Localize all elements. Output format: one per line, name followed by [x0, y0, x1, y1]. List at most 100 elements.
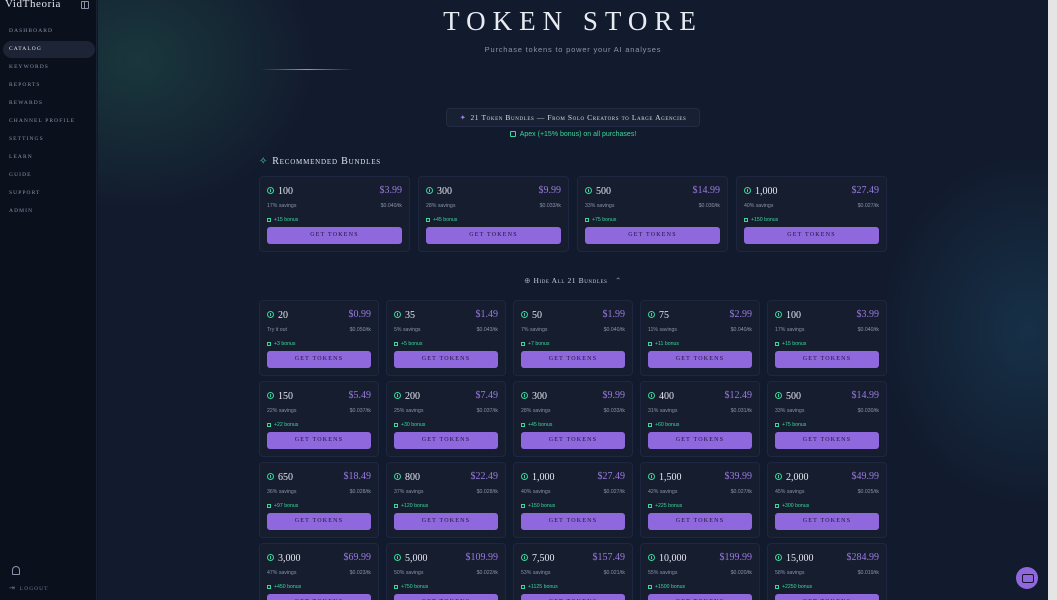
- per-token-rate: $0.027/tk: [730, 489, 752, 495]
- get-tokens-button[interactable]: Get Tokens: [521, 432, 625, 449]
- bundle-savings: 31% savings: [648, 408, 678, 414]
- bundle-card: 100 $3.99 17% savings $0.040/tk +15 bonus Get…: [259, 176, 410, 252]
- bonus-text: +2250 bonus: [782, 584, 813, 590]
- get-tokens-button[interactable]: Get Tokens: [648, 432, 752, 449]
- coin-icon: [394, 554, 401, 561]
- bundle-card: 500 $14.99 33% savings $0.030/tk +75 bonus Ge…: [577, 176, 728, 252]
- chevron-up-icon: ⌃: [615, 276, 622, 285]
- token-amount: 100: [278, 186, 293, 197]
- bundles-banner: ✦ 21 Token Bundles — From Solo Creators t…: [446, 108, 700, 127]
- sidebar-item-reports[interactable]: Reports: [3, 77, 95, 94]
- token-count: 10,000: [648, 553, 687, 564]
- get-tokens-button[interactable]: Get Tokens: [648, 594, 752, 600]
- token-count: 1,000: [744, 186, 778, 197]
- bundle-bonus: +75 bonus: [585, 217, 616, 223]
- get-tokens-button[interactable]: Get Tokens: [267, 594, 371, 600]
- get-tokens-button[interactable]: Get Tokens: [775, 432, 879, 449]
- bundle-bonus: +22 bonus: [267, 422, 298, 428]
- bundle-card: 1,000 $27.49 40% savings $0.027/tk +150 bonu…: [736, 176, 887, 252]
- bundle-price: $5.49: [348, 390, 372, 401]
- token-amount: 200: [405, 391, 420, 402]
- sidebar-item-admin[interactable]: Admin: [3, 203, 95, 220]
- get-tokens-button[interactable]: Get Tokens: [585, 227, 720, 244]
- sidebar-item-channel-profile[interactable]: Channel Profile: [3, 113, 95, 130]
- sidebar-item-settings[interactable]: Settings: [3, 131, 95, 148]
- get-tokens-button[interactable]: Get Tokens: [744, 227, 879, 244]
- bonus-text: +30 bonus: [401, 422, 426, 428]
- sparkle-icon: ✧: [259, 156, 269, 167]
- get-tokens-button[interactable]: Get Tokens: [267, 513, 371, 530]
- token-count: 150: [267, 391, 293, 402]
- coin-icon: [521, 554, 528, 561]
- bundle-savings: 42% savings: [648, 489, 678, 495]
- per-token-rate: $0.043/tk: [476, 327, 498, 333]
- coin-icon: [267, 554, 274, 561]
- get-tokens-button[interactable]: Get Tokens: [775, 594, 879, 600]
- coin-icon: [521, 473, 528, 480]
- coin-icon: [426, 187, 433, 194]
- sidebar-item-keywords[interactable]: Keywords: [3, 59, 95, 76]
- sidebar-item-support[interactable]: Support: [3, 185, 95, 202]
- sidebar-collapse-icon[interactable]: [81, 1, 89, 9]
- get-tokens-button[interactable]: Get Tokens: [775, 513, 879, 530]
- sidebar-item-catalog[interactable]: Catalog: [3, 41, 95, 58]
- bundle-price: $12.49: [724, 390, 753, 401]
- gift-icon: [426, 218, 430, 222]
- get-tokens-button[interactable]: Get Tokens: [394, 513, 498, 530]
- recommended-title-text: Recommended Bundles: [272, 156, 382, 167]
- toggle-label: Hide All 21 Bundles: [533, 276, 608, 285]
- token-amount: 500: [596, 186, 611, 197]
- sidebar-item-learn[interactable]: Learn: [3, 149, 95, 166]
- coin-icon: [744, 187, 751, 194]
- token-count: 20: [267, 310, 288, 321]
- page-scrollbar[interactable]: [1048, 0, 1057, 600]
- get-tokens-button[interactable]: Get Tokens: [521, 594, 625, 600]
- sidebar-item-rewards[interactable]: Rewards: [3, 95, 95, 112]
- bundle-bonus: +45 bonus: [426, 217, 457, 223]
- coin-icon: [648, 311, 655, 318]
- token-count: 100: [267, 186, 293, 197]
- gift-icon: [267, 423, 271, 427]
- bundle-price: $22.49: [470, 471, 499, 482]
- bundle-savings: 36% savings: [267, 489, 297, 495]
- get-tokens-button[interactable]: Get Tokens: [426, 227, 561, 244]
- sparkle-icon: ✦: [459, 113, 467, 122]
- get-tokens-button[interactable]: Get Tokens: [267, 432, 371, 449]
- bundle-bonus: +300 bonus: [775, 503, 809, 509]
- bonus-text: +15 bonus: [782, 341, 807, 347]
- get-tokens-button[interactable]: Get Tokens: [394, 351, 498, 368]
- gift-icon: [267, 585, 271, 589]
- get-tokens-button[interactable]: Get Tokens: [267, 351, 371, 368]
- bundle-price: $69.99: [343, 552, 372, 563]
- get-tokens-button[interactable]: Get Tokens: [648, 513, 752, 530]
- recommended-section-title: ✧ Recommended Bundles: [259, 156, 381, 167]
- apex-note-text: Apex (+15% bonus) on all purchases!: [519, 131, 637, 138]
- bundle-savings: 22% savings: [267, 408, 297, 414]
- chat-icon[interactable]: [1016, 567, 1038, 589]
- token-amount: 3,000: [278, 553, 301, 564]
- bundle-price: $1.99: [602, 309, 626, 320]
- bundle-savings: 7% savings: [521, 327, 548, 333]
- get-tokens-button[interactable]: Get Tokens: [521, 351, 625, 368]
- bundle-savings: 28% savings: [426, 203, 456, 209]
- per-token-rate: $0.030/tk: [698, 203, 720, 209]
- token-amount: 50: [532, 310, 542, 321]
- get-tokens-button[interactable]: Get Tokens: [267, 227, 402, 244]
- per-token-rate: $0.031/tk: [730, 408, 752, 414]
- bell-icon[interactable]: [12, 566, 20, 575]
- sidebar-item-guide[interactable]: Guide: [3, 167, 95, 184]
- get-tokens-button[interactable]: Get Tokens: [394, 432, 498, 449]
- bundle-bonus: +1125 bonus: [521, 584, 558, 590]
- get-tokens-button[interactable]: Get Tokens: [394, 594, 498, 600]
- bundle-card: 7,500 $157.49 53% savings $0.021/tk +1125 bo…: [513, 543, 633, 600]
- logout-button[interactable]: ⇥ Logout: [9, 584, 48, 592]
- per-token-rate: $0.040/tk: [857, 327, 879, 333]
- toggle-all-bundles-button[interactable]: ⊕ Hide All 21 Bundles ⌃: [98, 276, 1048, 285]
- get-tokens-button[interactable]: Get Tokens: [775, 351, 879, 368]
- get-tokens-button[interactable]: Get Tokens: [521, 513, 625, 530]
- bundle-bonus: +97 bonus: [267, 503, 298, 509]
- app-logo[interactable]: VidTheoria: [5, 0, 61, 10]
- get-tokens-button[interactable]: Get Tokens: [648, 351, 752, 368]
- bonus-text: +1125 bonus: [528, 584, 558, 590]
- sidebar-item-dashboard[interactable]: Dashboard: [3, 23, 95, 40]
